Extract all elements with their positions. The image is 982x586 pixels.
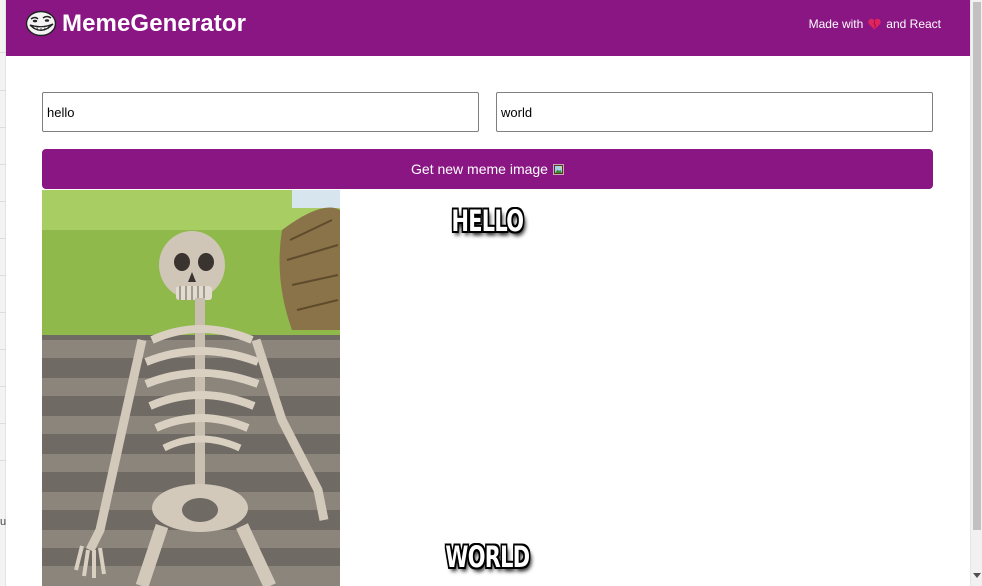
app-header: MemeGenerator Made with and React	[6, 0, 970, 56]
troll-face-icon	[25, 10, 57, 37]
scrollbar-thumb[interactable]	[973, 2, 981, 530]
tagline-text-after: and React	[886, 17, 941, 31]
heart-icon	[868, 18, 881, 30]
tagline-text-before: Made with	[808, 17, 864, 31]
framed-picture-icon	[553, 163, 564, 175]
header-tagline: Made with and React	[809, 17, 941, 31]
bottom-text-input[interactable]	[496, 92, 933, 132]
meme-preview: HELLO WORLD	[42, 190, 933, 586]
app-title: MemeGenerator	[62, 10, 247, 37]
meme-bottom-caption: WORLD	[445, 540, 530, 574]
get-new-meme-image-button[interactable]: Get new meme image	[42, 149, 933, 189]
top-text-input[interactable]	[42, 92, 479, 132]
scroll-down-arrow-icon[interactable]	[973, 573, 981, 578]
vertical-scrollbar[interactable]	[970, 0, 982, 586]
meme-image-skeleton-on-bench	[42, 190, 340, 586]
meme-generator-window: MemeGenerator Made with and React Get ne…	[6, 0, 970, 586]
meme-top-caption: HELLO	[451, 204, 524, 238]
button-label: Get new meme image	[411, 161, 548, 177]
